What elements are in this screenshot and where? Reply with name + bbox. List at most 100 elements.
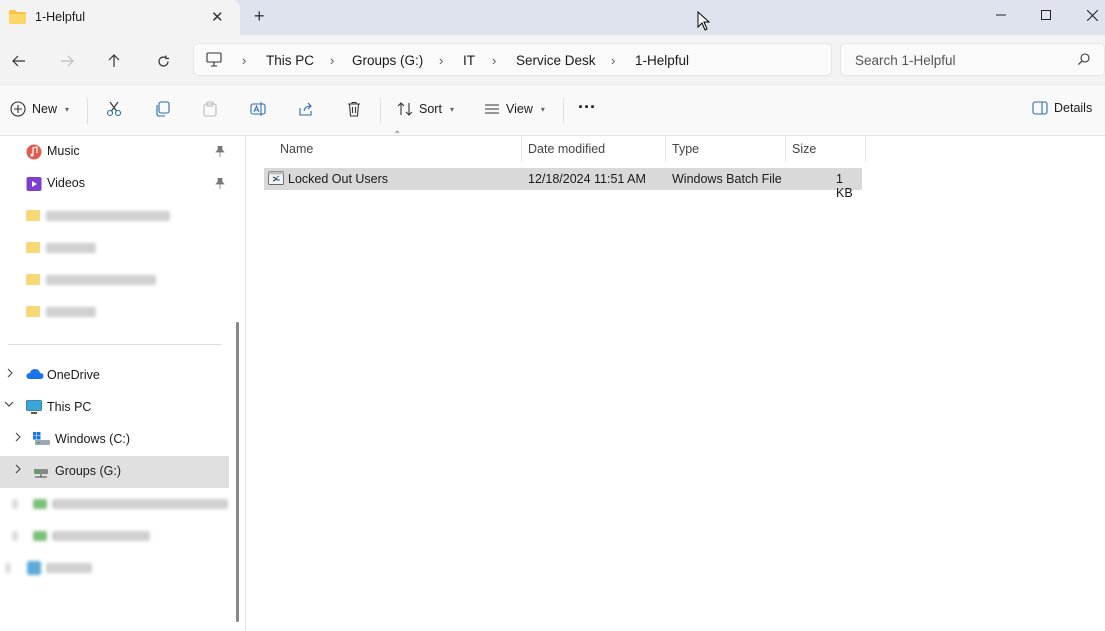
- copy-icon: [156, 101, 170, 117]
- sidebar-item-redacted-drive[interactable]: [0, 488, 229, 520]
- breadcrumb-this-pc[interactable]: This PC: [266, 53, 314, 68]
- close-window-button[interactable]: [1069, 0, 1105, 30]
- sidebar-item-redacted-folder[interactable]: [0, 296, 229, 328]
- sidebar-item-redacted-network[interactable]: [0, 552, 229, 584]
- pin-icon: [215, 177, 225, 192]
- column-header-size[interactable]: Size: [792, 142, 816, 156]
- sidebar-item-label: Music: [47, 144, 80, 158]
- folder-icon: [26, 274, 40, 285]
- clipboard-icon: [203, 101, 217, 117]
- chevron-right-icon[interactable]: [14, 432, 22, 445]
- column-divider[interactable]: [865, 136, 866, 162]
- breadcrumb-it[interactable]: IT: [463, 53, 475, 68]
- column-header-name[interactable]: Name: [280, 142, 313, 156]
- divider: [563, 98, 564, 124]
- rename-button[interactable]: [250, 101, 266, 117]
- chevron-right-icon: ›: [439, 53, 444, 68]
- title-bar: 1-Helpful ✕ +: [0, 0, 1105, 35]
- details-label: Details: [1054, 101, 1093, 115]
- table-row[interactable]: Locked Out Users 12/18/2024 11:51 AM Win…: [264, 168, 862, 200]
- sidebar-scrollbar[interactable]: [236, 322, 239, 622]
- paste-button[interactable]: [202, 101, 218, 117]
- sidebar-item-label: OneDrive: [47, 368, 100, 382]
- command-bar: New ▾ Sort ▾ View ▾ ··· Details: [0, 86, 1105, 136]
- column-divider[interactable]: [785, 136, 786, 162]
- file-type: Windows Batch File: [672, 172, 782, 186]
- view-button[interactable]: View ▾: [484, 101, 545, 117]
- redacted-label: [46, 307, 96, 317]
- sidebar-item-redacted-folder[interactable]: [0, 264, 229, 296]
- drive-icon: [33, 432, 50, 449]
- copy-button[interactable]: [154, 101, 170, 117]
- chevron-right-icon: ›: [242, 53, 247, 68]
- forward-button[interactable]: [55, 49, 79, 73]
- folder-icon: [9, 10, 26, 27]
- pin-icon: [215, 145, 225, 160]
- new-button-label: New: [32, 102, 58, 116]
- add-icon: [10, 101, 26, 117]
- redacted-label: [46, 211, 170, 221]
- new-button[interactable]: New ▾: [10, 101, 69, 117]
- chevron-down-icon: ▾: [449, 104, 454, 114]
- monitor-icon: [206, 52, 222, 70]
- refresh-button[interactable]: [151, 49, 175, 73]
- view-list-icon: [485, 104, 499, 114]
- search-input[interactable]: Search 1-Helpful: [840, 43, 1105, 76]
- drive-icon: [33, 499, 47, 509]
- details-pane-button[interactable]: Details: [1032, 101, 1092, 115]
- share-button[interactable]: [298, 101, 314, 117]
- navigation-pane: Music Videos OneDrive This PC Windows (C…: [0, 136, 246, 631]
- sidebar-item-redacted-folder[interactable]: [0, 200, 229, 232]
- sidebar-item-redacted-drive[interactable]: [0, 520, 229, 552]
- chevron-right-icon[interactable]: [6, 368, 14, 381]
- back-button[interactable]: [7, 49, 31, 73]
- redacted-label: [46, 243, 96, 253]
- more-options-button[interactable]: ···: [578, 97, 596, 118]
- tab-1-helpful[interactable]: 1-Helpful ✕: [0, 0, 240, 35]
- redacted-chevron: [5, 563, 11, 573]
- address-bar[interactable]: › This PC › Groups (G:) › IT › Service D…: [193, 43, 832, 76]
- file-name: Locked Out Users: [288, 172, 389, 186]
- drive-icon: [33, 531, 47, 541]
- sidebar-item-label: Videos: [47, 176, 85, 190]
- chevron-right-icon[interactable]: [14, 464, 22, 477]
- column-header-type[interactable]: Type: [672, 142, 699, 156]
- sidebar-item-groups-g[interactable]: Groups (G:): [0, 456, 229, 488]
- sidebar-item-windows-c[interactable]: Windows (C:): [0, 424, 229, 456]
- scissors-icon: [106, 101, 122, 117]
- breadcrumb-service-desk[interactable]: Service Desk: [516, 53, 596, 68]
- sidebar-item-videos[interactable]: Videos: [0, 168, 229, 200]
- videos-icon: [26, 176, 42, 195]
- sidebar-item-this-pc[interactable]: This PC: [0, 392, 229, 424]
- redacted-chevron: [12, 499, 18, 509]
- folder-icon: [26, 306, 40, 317]
- breadcrumb-1-helpful[interactable]: 1-Helpful: [635, 53, 689, 68]
- column-divider[interactable]: [665, 136, 666, 162]
- chevron-down-icon[interactable]: [4, 400, 14, 411]
- sidebar-item-onedrive[interactable]: OneDrive: [0, 360, 229, 392]
- new-tab-button[interactable]: +: [254, 6, 265, 27]
- tab-close-icon[interactable]: ✕: [211, 8, 224, 26]
- cut-button[interactable]: [106, 101, 122, 117]
- redacted-label: [46, 563, 92, 573]
- sort-button-label: Sort: [419, 102, 442, 116]
- up-button[interactable]: [102, 49, 126, 73]
- chevron-right-icon: ›: [611, 53, 616, 68]
- sort-button[interactable]: Sort ▾: [397, 101, 454, 117]
- maximize-button[interactable]: [1023, 0, 1069, 30]
- network-icon: [27, 561, 41, 575]
- delete-button[interactable]: [346, 101, 362, 117]
- sidebar-item-label: Groups (G:): [55, 464, 121, 478]
- sidebar-item-redacted-folder[interactable]: [0, 232, 229, 264]
- file-date-modified: 12/18/2024 11:51 AM: [528, 172, 646, 186]
- file-size: 1 KB: [836, 172, 853, 200]
- breadcrumb-groups[interactable]: Groups (G:): [352, 53, 423, 68]
- chevron-right-icon: ›: [492, 53, 497, 68]
- navigation-bar: › This PC › Groups (G:) › IT › Service D…: [0, 35, 1105, 86]
- sidebar-item-music[interactable]: Music: [0, 136, 229, 168]
- column-header-date-modified[interactable]: Date modified: [528, 142, 605, 156]
- rename-icon: [250, 102, 266, 116]
- column-divider[interactable]: [521, 136, 522, 162]
- redacted-label: [52, 499, 228, 509]
- minimize-button[interactable]: [978, 0, 1024, 30]
